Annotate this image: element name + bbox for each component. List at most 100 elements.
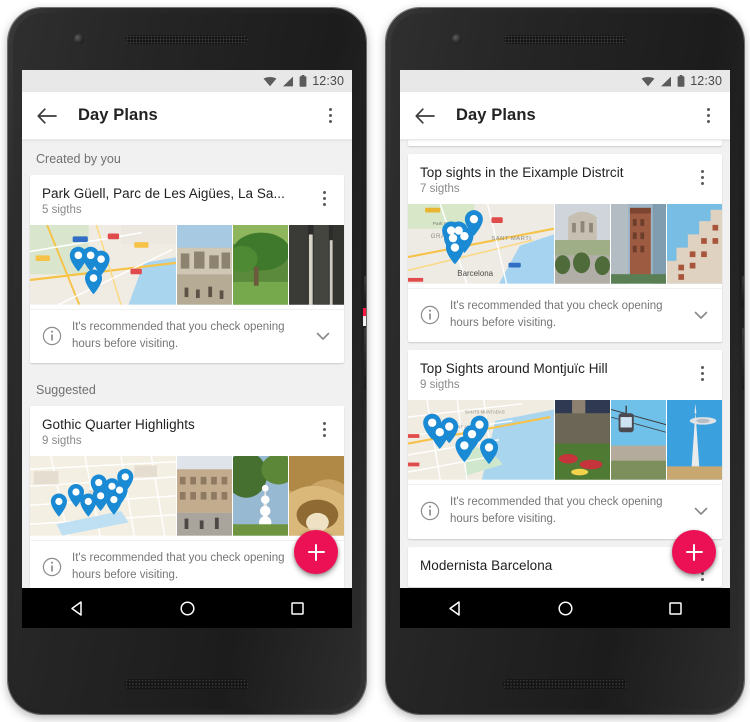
photo-thumbnail[interactable]: [666, 400, 722, 485]
photo-thumbnail[interactable]: [610, 400, 666, 485]
add-day-plan-fab[interactable]: [294, 530, 338, 574]
nav-back-triangle-icon[interactable]: [438, 594, 472, 622]
plus-icon: [692, 543, 696, 561]
card-title: Gothic Quarter Highlights: [42, 417, 195, 433]
overflow-menu-icon[interactable]: [698, 105, 718, 127]
thumbnail-strip[interactable]: SANTS MUNTADAS SANT ANTONI: [408, 400, 722, 485]
power-button[interactable]: [742, 276, 744, 306]
card-overflow-menu-icon[interactable]: [314, 187, 334, 209]
phone-device-right: 12:30 Day Plans Top sights in the Eixamp…: [386, 8, 744, 714]
info-notice-text: It's recommended that you check opening …: [450, 300, 663, 329]
volume-button[interactable]: [742, 328, 744, 390]
partial-card-above[interactable]: [408, 140, 722, 146]
card-subtitle: 9 sigths: [42, 435, 82, 448]
thumbnail-strip[interactable]: Park Güell GRACIA SANT MARTI Barcelona: [408, 204, 722, 288]
screenshot-stage: 12:30 Day Plans Created by you Park Güel…: [0, 0, 750, 722]
info-notice-text: It's recommended that you check opening …: [450, 496, 663, 526]
section-label-suggested: Suggested: [36, 383, 96, 398]
photo-thumbnail[interactable]: [288, 225, 344, 309]
photo-thumbnail[interactable]: [610, 204, 666, 288]
day-plan-card[interactable]: Top Sights around Montjuïc Hill 9 sigths: [408, 350, 722, 539]
card-subtitle: 5 sigths: [42, 204, 82, 216]
battery-icon: [677, 75, 685, 87]
info-circle-icon: [42, 557, 62, 577]
photo-thumbnail[interactable]: [232, 225, 288, 309]
chevron-down-icon[interactable]: [314, 327, 332, 345]
volume-button[interactable]: [364, 328, 366, 390]
photo-thumbnail[interactable]: [288, 456, 344, 541]
info-circle-icon: [420, 305, 440, 325]
info-notice-text: It's recommended that you check opening …: [72, 552, 285, 582]
page-title: Day Plans: [78, 106, 158, 124]
card-title: Top sights in the Eixample Distrcit: [420, 165, 624, 180]
card-header: Top Sights around Montjuïc Hill 9 sigths: [408, 350, 722, 400]
map-thumbnail[interactable]: [30, 225, 176, 309]
card-overflow-menu-icon[interactable]: [692, 362, 712, 384]
phone-screen-left: 12:30 Day Plans Created by you Park Güel…: [22, 70, 352, 628]
bottom-speaker-grille: [503, 679, 627, 690]
card-title: Top Sights around Montjuïc Hill: [420, 361, 608, 377]
content-scroll-area[interactable]: Created by you Park Güell, Parc de Les A…: [22, 140, 352, 588]
svg-text:SANTS MUNTADAS: SANTS MUNTADAS: [465, 410, 505, 415]
power-button[interactable]: [364, 276, 366, 306]
content-scroll-area[interactable]: Top sights in the Eixample Distrcit 7 si…: [400, 140, 730, 588]
card-header: Gothic Quarter Highlights 9 sigths: [30, 406, 344, 456]
photo-thumbnail[interactable]: [554, 204, 610, 288]
info-circle-icon: [42, 326, 62, 346]
earpiece-speaker: [504, 35, 626, 44]
info-notice-text: It's recommended that you check opening …: [72, 321, 285, 350]
day-plan-card[interactable]: Top sights in the Eixample Distrcit 7 si…: [408, 154, 722, 343]
plus-icon: [314, 543, 318, 561]
svg-text:Barcelona: Barcelona: [457, 269, 493, 278]
card-subtitle: 7 sigths: [420, 183, 460, 195]
info-notice-row[interactable]: It's recommended that you check opening …: [408, 484, 722, 538]
section-label-created-by-you: Created by you: [36, 152, 121, 166]
card-subtitle: 9 sigths: [420, 379, 460, 392]
info-circle-icon: [420, 501, 440, 521]
day-plan-card[interactable]: Park Güell, Parc de Les Aigües, La Sa...…: [30, 175, 344, 364]
status-bar: 12:30: [22, 70, 352, 92]
chevron-down-icon[interactable]: [692, 502, 710, 520]
photo-thumbnail[interactable]: [176, 456, 232, 541]
card-title: Park Güell, Parc de Les Aigües, La Sa...: [42, 186, 285, 201]
nav-home-circle-icon[interactable]: [170, 594, 204, 622]
card-overflow-menu-icon[interactable]: [692, 166, 712, 188]
status-clock: 12:30: [690, 74, 722, 88]
android-nav-bar: [22, 588, 352, 628]
back-arrow-icon[interactable]: [412, 103, 438, 129]
app-bar: Day Plans: [22, 92, 352, 140]
signal-icon: [282, 76, 294, 87]
info-notice-row[interactable]: It's recommended that you check opening …: [408, 288, 722, 342]
photo-thumbnail[interactable]: [666, 204, 722, 288]
info-notice-row[interactable]: It's recommended that you check opening …: [30, 309, 344, 363]
thumbnail-strip[interactable]: [30, 456, 344, 541]
side-accent-stripe: [363, 308, 366, 326]
thumbnail-strip[interactable]: [30, 225, 344, 309]
signal-icon: [660, 76, 672, 87]
page-title: Day Plans: [456, 106, 536, 124]
overflow-menu-icon[interactable]: [320, 105, 340, 127]
battery-icon: [299, 75, 307, 87]
map-thumbnail[interactable]: [30, 456, 176, 540]
nav-recents-square-icon[interactable]: [280, 594, 314, 622]
photo-thumbnail[interactable]: [554, 400, 610, 485]
photo-thumbnail[interactable]: [232, 456, 288, 541]
bottom-speaker-grille: [125, 679, 249, 690]
chevron-down-icon[interactable]: [692, 306, 710, 324]
card-title: Modernista Barcelona: [420, 557, 553, 573]
phone-screen-right: 12:30 Day Plans Top sights in the Eixamp…: [400, 70, 730, 628]
card-overflow-menu-icon[interactable]: [314, 418, 334, 440]
front-camera-icon: [452, 34, 462, 44]
app-bar: Day Plans: [400, 92, 730, 140]
phone-device-left: 12:30 Day Plans Created by you Park Güel…: [8, 8, 366, 714]
map-thumbnail[interactable]: SANTS MUNTADAS SANT ANTONI: [408, 400, 554, 484]
nav-home-circle-icon[interactable]: [548, 594, 582, 622]
status-bar: 12:30: [400, 70, 730, 92]
back-arrow-icon[interactable]: [34, 103, 60, 129]
add-day-plan-fab[interactable]: [672, 530, 716, 574]
photo-thumbnail[interactable]: [176, 225, 232, 309]
nav-back-triangle-icon[interactable]: [60, 594, 94, 622]
card-header: Top sights in the Eixample Distrcit 7 si…: [408, 154, 722, 204]
nav-recents-square-icon[interactable]: [658, 594, 692, 622]
map-thumbnail[interactable]: Park Güell GRACIA SANT MARTI Barcelona: [408, 204, 554, 288]
